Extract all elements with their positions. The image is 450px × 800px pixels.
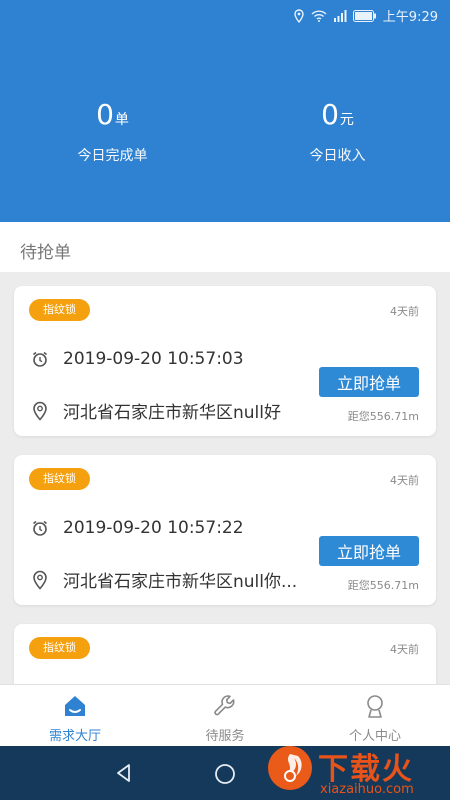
order-card[interactable]: 指纹锁 4天前 2019-09-20 10:57:03 河北省石家庄市新华区nu… <box>14 286 436 436</box>
battery-icon <box>352 9 377 22</box>
grab-order-button[interactable]: 立即抢单 <box>319 536 419 566</box>
order-address: 河北省石家庄市新华区null你... <box>63 572 298 592</box>
watermark: 下载火 xiazaihuo.com <box>262 742 450 800</box>
order-card[interactable]: 指纹锁 4天前 2019-09-20 10:57:22 河北省石家庄市新华区nu… <box>14 455 436 605</box>
alarm-clock-icon <box>29 517 51 539</box>
order-time: 2019-09-20 10:57:22 <box>63 518 244 538</box>
location-pin-icon <box>29 569 51 591</box>
signal-icon <box>333 9 347 22</box>
grab-order-button[interactable]: 立即抢单 <box>319 367 419 397</box>
completed-label: 今日完成单 <box>77 148 148 164</box>
posted-ago: 4天前 <box>390 474 419 487</box>
tab-personal-center[interactable]: 个人中心 <box>300 685 450 746</box>
stat-income: 0元 今日收入 <box>225 98 450 165</box>
tab-label: 待服务 <box>205 729 245 744</box>
income-label: 今日收入 <box>309 148 366 164</box>
location-pin-icon <box>29 400 51 422</box>
home-icon <box>62 693 88 719</box>
watermark-url: xiazaihuo.com <box>320 782 414 797</box>
header: 上午9:29 0单 今日完成单 0元 今日收入 <box>0 0 450 222</box>
location-icon <box>293 8 305 23</box>
category-tag: 指纹锁 <box>29 299 90 321</box>
order-time: 2019-09-20 10:57:03 <box>63 349 244 369</box>
wifi-icon <box>311 9 327 22</box>
distance: 距您556.71m <box>347 410 419 423</box>
home-circle-icon[interactable] <box>214 763 236 789</box>
status-time: 上午9:29 <box>382 10 438 25</box>
completed-unit: 单 <box>114 112 129 128</box>
category-tag: 指纹锁 <box>29 468 90 490</box>
tab-pending-service[interactable]: 待服务 <box>150 685 300 746</box>
section-title: 待抢单 <box>20 243 71 263</box>
section-header: 待抢单 <box>0 222 450 272</box>
tab-demand-hall[interactable]: 需求大厅 <box>0 685 150 746</box>
status-bar: 上午9:29 <box>0 0 450 30</box>
income-value: 0 <box>321 98 339 131</box>
completed-value: 0 <box>96 98 114 131</box>
income-unit: 元 <box>339 112 354 128</box>
distance: 距您556.71m <box>347 579 419 592</box>
posted-ago: 4天前 <box>390 305 419 318</box>
alarm-clock-icon <box>29 348 51 370</box>
person-icon <box>362 693 388 719</box>
category-tag: 指纹锁 <box>29 637 90 659</box>
watermark-logo <box>268 746 312 790</box>
bottom-tab-bar: 需求大厅 待服务 个人中心 <box>0 684 450 746</box>
posted-ago: 4天前 <box>390 643 419 656</box>
tab-label: 需求大厅 <box>48 729 101 744</box>
stat-completed: 0单 今日完成单 <box>0 98 225 165</box>
order-address: 河北省石家庄市新华区null好 <box>63 403 281 423</box>
back-icon[interactable] <box>114 763 134 787</box>
wrench-icon <box>212 693 238 719</box>
